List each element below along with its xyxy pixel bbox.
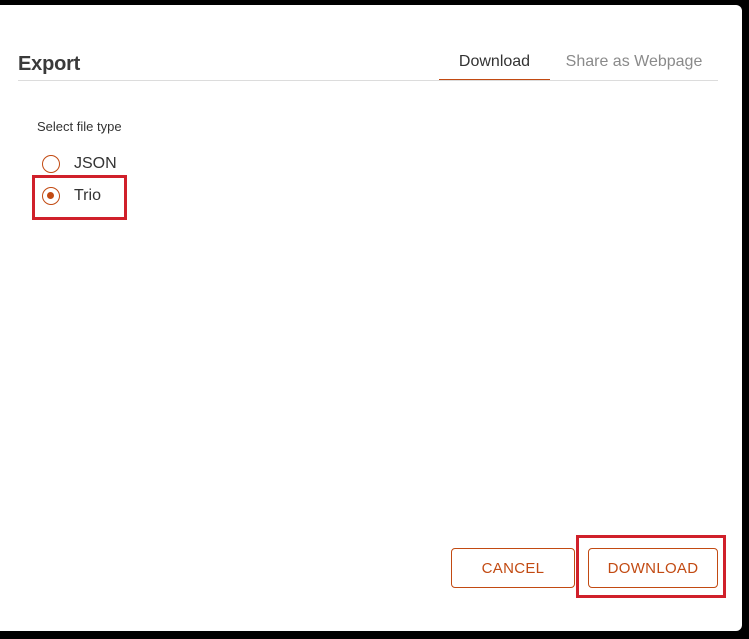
tab-download[interactable]: Download (439, 51, 550, 81)
dialog-title: Export (18, 53, 81, 75)
radio-button-trio[interactable] (42, 187, 60, 205)
header-divider (18, 80, 718, 81)
radio-option-trio[interactable]: Trio (42, 185, 101, 207)
cancel-button[interactable]: CANCEL (451, 548, 575, 588)
download-button[interactable]: DOWNLOAD (588, 548, 718, 588)
radio-label-trio: Trio (74, 187, 101, 204)
file-type-label: Select file type (37, 119, 122, 134)
export-dialog: Export Download Share as Webpage Select … (0, 5, 742, 631)
radio-button-json[interactable] (42, 155, 60, 173)
radio-option-json[interactable]: JSON (42, 153, 117, 175)
radio-label-json: JSON (74, 155, 117, 172)
tab-share-as-webpage[interactable]: Share as Webpage (560, 51, 708, 81)
